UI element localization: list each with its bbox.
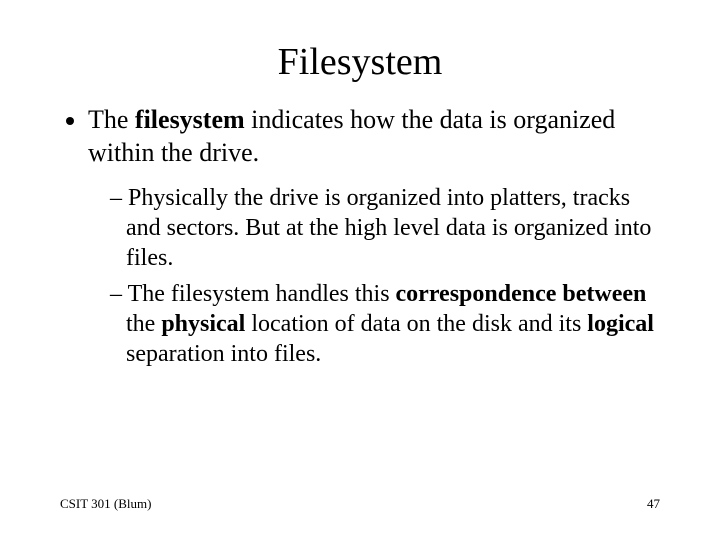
text-bold: correspondence between	[396, 281, 647, 307]
slide: Filesystem The filesystem indicates how …	[0, 0, 720, 540]
text-bold: logical	[587, 311, 654, 337]
bullet-list-level2: Physically the drive is organized into p…	[88, 183, 660, 369]
bullet-item-1: The filesystem indicates how the data is…	[88, 104, 660, 369]
text-fragment: separation into files.	[126, 341, 321, 367]
footer-course: CSIT 301 (Blum)	[60, 496, 152, 512]
slide-number: 47	[647, 496, 660, 512]
text-fragment: The filesystem handles this	[128, 281, 396, 307]
sub-bullet-2: The filesystem handles this corresponden…	[110, 279, 660, 369]
slide-body: The filesystem indicates how the data is…	[0, 104, 720, 369]
text-bold: physical	[161, 311, 245, 337]
text-bold: filesystem	[135, 105, 245, 134]
bullet-list-level1: The filesystem indicates how the data is…	[60, 104, 660, 369]
sub-bullet-1: Physically the drive is organized into p…	[110, 183, 660, 273]
text-fragment: The	[88, 105, 135, 134]
text-fragment: the	[126, 311, 161, 337]
text-fragment: location of data on the disk and its	[245, 311, 587, 337]
slide-title: Filesystem	[0, 0, 720, 104]
